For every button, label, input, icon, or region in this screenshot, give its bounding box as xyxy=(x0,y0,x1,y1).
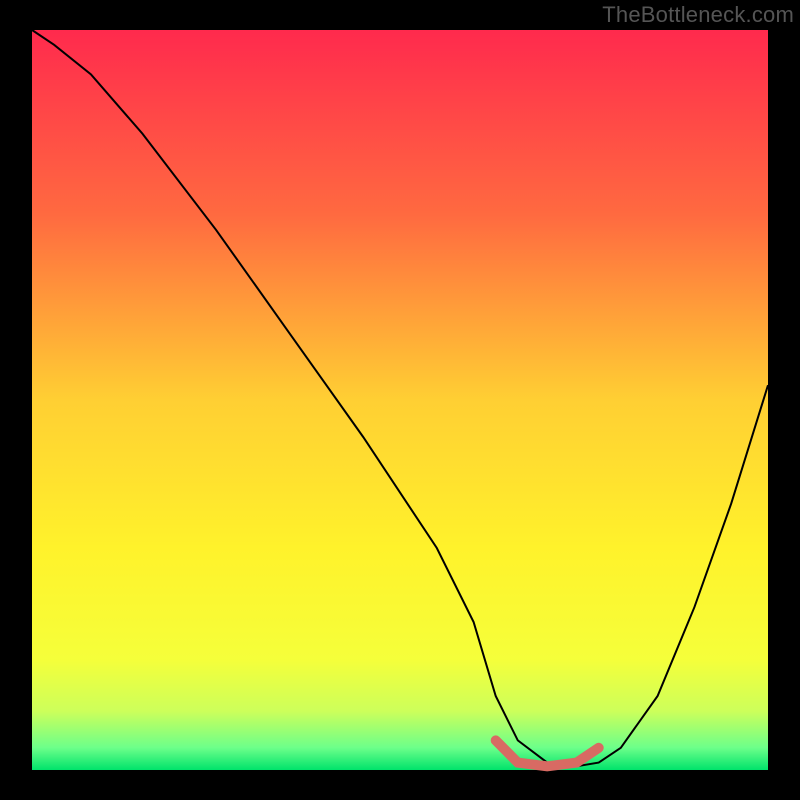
bottleneck-chart xyxy=(0,0,800,800)
chart-container: TheBottleneck.com xyxy=(0,0,800,800)
plot-area xyxy=(32,30,768,770)
watermark-text: TheBottleneck.com xyxy=(602,2,794,28)
